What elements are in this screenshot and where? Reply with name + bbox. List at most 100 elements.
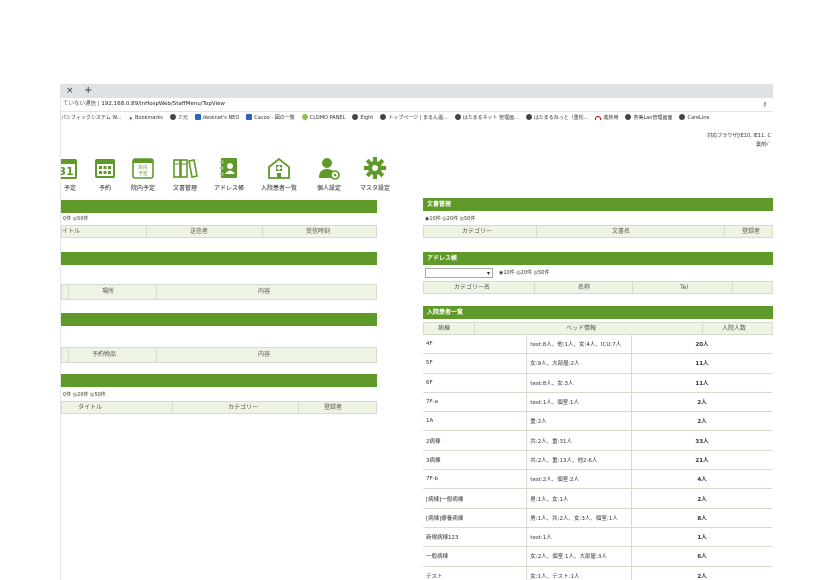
bookmark-label: ミ元: [177, 115, 188, 121]
cell-bed-info: 共:2人、重:31人: [526, 430, 632, 451]
col-sender[interactable]: 送信者: [190, 226, 208, 237]
table-row[interactable]: 5F 女:9人、大部屋:2人 11人: [423, 353, 772, 374]
page-size-radio[interactable]: ◉10件 ◎20件 ◎50件: [423, 213, 773, 225]
cell-ward: 5F: [423, 353, 527, 374]
table-row[interactable]: [病棟]療養病棟 男:1人、共:2人、女:3人、個室:1人 8人: [423, 508, 772, 528]
security-indicator[interactable]: ていない通信: [63, 101, 96, 107]
cell-ward: [病棟]療養病棟: [423, 508, 527, 528]
col-registrant[interactable]: 登録者: [742, 226, 760, 237]
tool-hospital-schedule[interactable]: 院内 予定 院内予定: [127, 156, 159, 192]
page-size-radio[interactable]: ◉10件 ◎20件 ◎50件: [499, 270, 549, 276]
bookmark-item[interactable]: Cacoo - 図の一覧: [246, 112, 295, 124]
table-row[interactable]: 6F test:8人、女:3人 11人: [423, 373, 772, 393]
tool-master-settings[interactable]: マスタ設定: [355, 156, 395, 192]
cell-bed-info: 重:2人: [526, 411, 632, 432]
table-row[interactable]: 新規病棟123 test:1人 1人: [423, 527, 772, 548]
cell-ward: 6F: [423, 373, 527, 393]
bookmarks-bar: パシフィックシステム W... ★ Bookmarks ミ元 desknet's NEO…: [61, 112, 773, 124]
col-received[interactable]: 受信時刻: [306, 226, 330, 237]
col-registrant[interactable]: 登録者: [324, 402, 342, 413]
cell-bed-info: 男:1人、共:2人、女:3人、個室:1人: [526, 508, 632, 528]
bookmark-item[interactable]: ミ元: [169, 112, 188, 124]
col-place[interactable]: 場所: [102, 285, 114, 299]
reservation-calendar-icon: [95, 159, 115, 178]
address-bar[interactable]: ていない通信 | 192.168.0.89/InHospWeb/StaffMen…: [61, 98, 773, 112]
tab-close-icon[interactable]: ×: [66, 84, 74, 98]
bookmark-item[interactable]: はたまるねっと（重松...: [525, 112, 588, 124]
calendar-icon: 31: [61, 159, 77, 179]
tool-label: マスタ設定: [359, 185, 390, 192]
bookmark-item[interactable]: CLOMO PANEL: [301, 112, 345, 124]
bookmark-item[interactable]: ★ Bookmarks: [128, 112, 162, 124]
left-panel-messages: 0件 ◎50件 イトル 送信者 受信時刻: [61, 200, 377, 238]
col-item[interactable]: 予約物品: [92, 348, 116, 362]
col-title[interactable]: タイトル: [78, 402, 102, 413]
url-text[interactable]: 192.168.0.89/InHospWeb/StaffMenu/TopView: [101, 101, 225, 107]
cell-bed-info: test:1人: [526, 527, 632, 548]
bookmark-item[interactable]: CareLine: [679, 112, 709, 124]
key-icon[interactable]: ⚷: [763, 98, 767, 111]
cell-patient-count: 6人: [630, 546, 772, 567]
table-row[interactable]: 一般病棟 女:2人、個室:1人、大部屋:3人 6人: [423, 546, 772, 567]
bookmark-item[interactable]: 奈美Lan管理画面: [625, 112, 672, 124]
bookmark-icon: [454, 114, 461, 120]
col-title[interactable]: イトル: [62, 226, 80, 237]
col-content[interactable]: 内容: [258, 348, 270, 362]
table-row[interactable]: 7F-a test:1人、個室:1人 2人: [423, 392, 772, 413]
tool-label: 院内予定: [130, 185, 155, 192]
toolbar: 31 予定 予約 院内 予定 院内予定: [61, 156, 401, 192]
bookmark-item[interactable]: desknet's NEO: [194, 112, 239, 124]
page-size-radio[interactable]: 0件 ◎50件: [61, 213, 377, 225]
tool-inpatients[interactable]: 入院患者一覧: [257, 156, 301, 192]
table-header: 場所 内容: [61, 284, 377, 300]
tool-personal-settings[interactable]: 個人設定: [313, 156, 345, 192]
table-row[interactable]: 1A 重:2人 2人: [423, 411, 772, 432]
table-row[interactable]: 3病棟 共:2人、重:13人、他2:6人 21人: [423, 450, 772, 471]
table-row[interactable]: 2病棟 共:2人、重:31人 33人: [423, 430, 772, 451]
tool-documents[interactable]: 文書管理: [169, 156, 201, 192]
bookmark-item[interactable]: はたまるネット 管理画...: [454, 112, 519, 124]
panel-title: 文書管理: [423, 198, 773, 211]
col-category-name[interactable]: カテゴリー名: [454, 282, 490, 293]
col-category[interactable]: カテゴリー: [462, 226, 492, 237]
new-tab-button[interactable]: +: [84, 84, 92, 98]
table-row[interactable]: 7F-b test:2人、個室:2人 4人: [423, 469, 772, 490]
cell-ward: [病棟]一般病棟: [423, 488, 527, 509]
bookmark-icon: [301, 114, 308, 120]
category-select[interactable]: [425, 266, 493, 282]
tool-label: 文書管理: [172, 185, 197, 192]
table-header: 病棟 ベッド情報 入院人数: [423, 322, 773, 335]
col-name[interactable]: 名称: [578, 282, 590, 293]
tool-label: 予約: [98, 185, 111, 192]
page-size-radio[interactable]: 0件 ◎20件 ◎50件: [61, 389, 377, 401]
bookmark-label: Eight: [360, 115, 374, 121]
col-tel[interactable]: Tel: [680, 282, 688, 293]
tool-address-book[interactable]: アドレス帳: [209, 156, 249, 192]
col-category[interactable]: カテゴリー: [228, 402, 258, 413]
bookmark-label: 進捗用: [603, 115, 619, 121]
bookmark-item[interactable]: トップページ | まるん温...: [380, 112, 448, 124]
tool-schedule[interactable]: 31 予定: [61, 156, 79, 192]
bookmark-icon: [595, 116, 602, 120]
col-bed-info[interactable]: ベッド情報: [566, 323, 596, 334]
cell-bed-info: test:2人、個室:2人: [526, 469, 632, 490]
col-patient-count[interactable]: 入院人数: [722, 323, 746, 334]
col-content[interactable]: 内容: [258, 285, 270, 299]
table-row[interactable]: [病棟]一般病棟 男:1人、女:1人 2人: [423, 488, 772, 509]
left-panel-schedule: 場所 内容: [61, 252, 377, 300]
gear-icon: [364, 157, 386, 179]
cell-ward: 7F-b: [423, 469, 527, 490]
cell-ward: 1A: [423, 411, 527, 432]
bookmark-icon: ★: [128, 116, 133, 122]
bookmark-item[interactable]: Eight: [352, 112, 373, 124]
table-row[interactable]: 4F test:8人、他:1人、女:4人、ICU:7人 20人: [423, 335, 772, 355]
cell-patient-count: 11人: [630, 353, 772, 374]
bookmark-item[interactable]: 進捗用: [595, 112, 618, 124]
table-row[interactable]: テスト 女:1人、テスト:1人 2人: [423, 566, 772, 580]
panel-documents: 文書管理 ◉10件 ◎20件 ◎50件 カテゴリー 文書名 登録者: [423, 198, 773, 238]
col-ward[interactable]: 病棟: [438, 323, 450, 334]
tool-reservation[interactable]: 予約: [91, 156, 119, 192]
bookmark-item[interactable]: パシフィックシステム W...: [61, 112, 121, 124]
col-doc-name[interactable]: 文書名: [612, 226, 630, 237]
panel-header: [61, 252, 377, 265]
